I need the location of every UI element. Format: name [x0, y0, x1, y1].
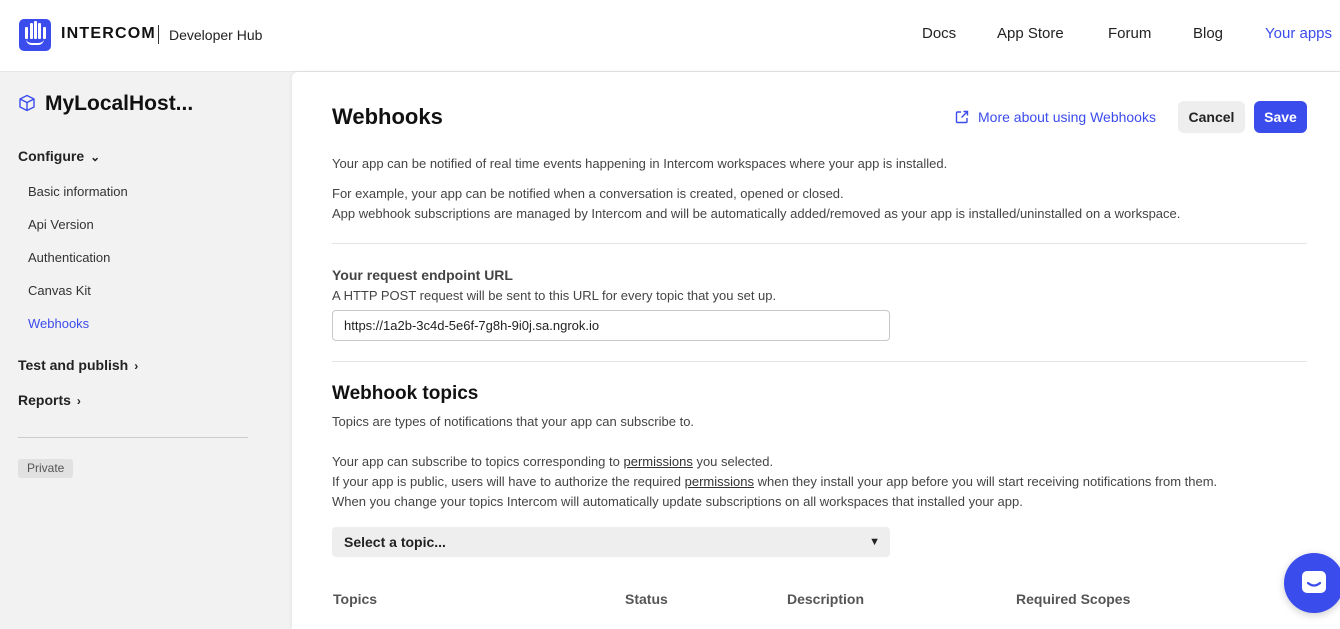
reports-label: Reports: [18, 392, 71, 408]
topics-permissions-text: Your app can subscribe to topics corresp…: [332, 454, 773, 469]
column-header-status: Status: [625, 591, 668, 607]
sidebar-divider: [18, 437, 248, 438]
nav-docs[interactable]: Docs: [922, 25, 956, 42]
sidebar-item-api-version[interactable]: Api Version: [28, 217, 94, 232]
external-link-icon: [955, 110, 969, 124]
brand-divider: [158, 25, 159, 44]
configure-label: Configure: [18, 148, 85, 164]
test-and-publish-label: Test and publish: [18, 357, 129, 373]
sidebar-item-webhooks[interactable]: Webhooks: [28, 316, 89, 331]
topics-update-text: When you change your topics Intercom wil…: [332, 494, 1023, 509]
top-header: INTERCOM Developer Hub Docs App Store Fo…: [0, 0, 1340, 72]
text-segment: you selected.: [692, 454, 774, 469]
column-header-description: Description: [787, 591, 865, 607]
webhooks-help-link[interactable]: More about using Webhooks: [955, 109, 1156, 125]
help-link-label: More about using Webhooks: [978, 109, 1156, 125]
endpoint-label: Your request endpoint URL: [332, 267, 513, 283]
nav-your-apps[interactable]: Your apps: [1265, 25, 1332, 42]
chat-icon: [1302, 571, 1326, 593]
endpoint-url-input[interactable]: [332, 310, 890, 341]
topic-select-value: Select a topic...: [344, 534, 446, 550]
nav-app-store[interactable]: App Store: [997, 25, 1064, 42]
text-segment: If your app is public, users will have t…: [332, 474, 685, 489]
save-button[interactable]: Save: [1254, 101, 1307, 133]
intercom-logo-icon[interactable]: [19, 19, 51, 51]
permissions-link[interactable]: permissions: [623, 454, 692, 469]
nav-blog[interactable]: Blog: [1193, 25, 1223, 42]
chat-launcher-button[interactable]: [1284, 553, 1340, 613]
text-segment: when they install your app before you wi…: [754, 474, 1218, 489]
sidebar-item-canvas-kit[interactable]: Canvas Kit: [28, 283, 91, 298]
permissions-link[interactable]: permissions: [685, 474, 754, 489]
page-title: Webhooks: [332, 104, 443, 129]
subscription-text: App webhook subscriptions are managed by…: [332, 206, 1181, 221]
text-segment: Your app can subscribe to topics corresp…: [332, 454, 624, 469]
sidebar-item-authentication[interactable]: Authentication: [28, 250, 110, 265]
test-and-publish-toggle[interactable]: Test and publish ›: [18, 357, 138, 373]
column-header-topics: Topics: [333, 591, 378, 607]
caret-down-icon: ▼: [869, 536, 880, 548]
topics-intro: Topics are types of notifications that y…: [332, 414, 695, 429]
visibility-badge: Private: [18, 459, 74, 478]
chevron-right-icon: ›: [134, 359, 139, 373]
section-divider: [332, 361, 1307, 362]
cube-icon: [19, 94, 35, 112]
configure-toggle[interactable]: Configure ⌄: [18, 148, 100, 164]
example-text: For example, your app can be notified wh…: [332, 186, 844, 201]
nav-forum[interactable]: Forum: [1108, 25, 1151, 42]
cancel-button[interactable]: Cancel: [1178, 101, 1245, 133]
topics-heading: Webhook topics: [332, 383, 479, 404]
brand-subtitle[interactable]: Developer Hub: [169, 27, 262, 43]
topics-authorize-text: If your app is public, users will have t…: [332, 474, 1217, 489]
topic-select[interactable]: Select a topic... ▼: [332, 527, 890, 557]
intro-text: Your app can be notified of real time ev…: [332, 156, 948, 171]
webhooks-panel: Webhooks More about using Webhooks Cance…: [292, 72, 1340, 629]
sidebar-item-basic-information[interactable]: Basic information: [28, 184, 128, 199]
section-divider: [332, 243, 1307, 244]
brand-name[interactable]: INTERCOM: [61, 25, 156, 43]
chevron-down-icon: ⌄: [90, 150, 101, 164]
endpoint-help: A HTTP POST request will be sent to this…: [332, 288, 777, 303]
app-name: MyLocalHost...: [45, 92, 194, 115]
chevron-right-icon: ›: [76, 394, 81, 408]
column-header-required-scopes: Required Scopes: [1016, 591, 1131, 607]
reports-toggle[interactable]: Reports ›: [18, 392, 81, 408]
